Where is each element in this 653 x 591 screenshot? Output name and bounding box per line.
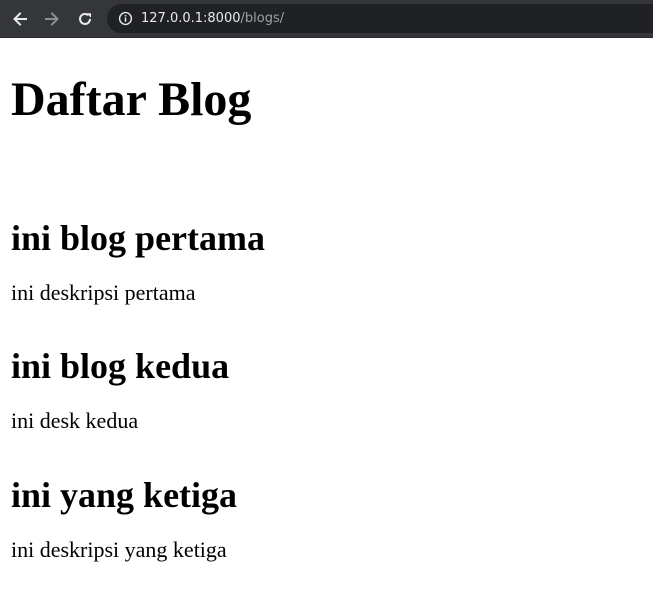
back-button[interactable] [9,8,31,30]
blog-description: ini deskripsi pertama [11,280,196,305]
info-icon[interactable] [118,11,133,26]
blog-title: ini blog pertama [11,218,266,258]
blog-title: ini yang ketiga [11,475,238,515]
blog-title: ini blog kedua [11,346,230,386]
page-title: Daftar Blog [11,73,252,126]
url-host: 127.0.0.1:8000 [141,11,241,26]
reload-button[interactable] [74,8,96,30]
back-arrow-icon [13,12,27,26]
forward-button[interactable] [41,8,63,30]
forward-arrow-icon [45,12,59,26]
address-bar[interactable]: 127.0.0.1:8000/blogs/ [107,4,653,33]
blog-description: ini deskripsi yang ketiga [11,537,227,562]
browser-toolbar: 127.0.0.1:8000/blogs/ [0,0,653,38]
url-text[interactable]: 127.0.0.1:8000/blogs/ [141,10,284,27]
blog-description: ini desk kedua [11,408,139,433]
url-path: /blogs/ [240,11,285,26]
reload-icon [79,12,91,25]
